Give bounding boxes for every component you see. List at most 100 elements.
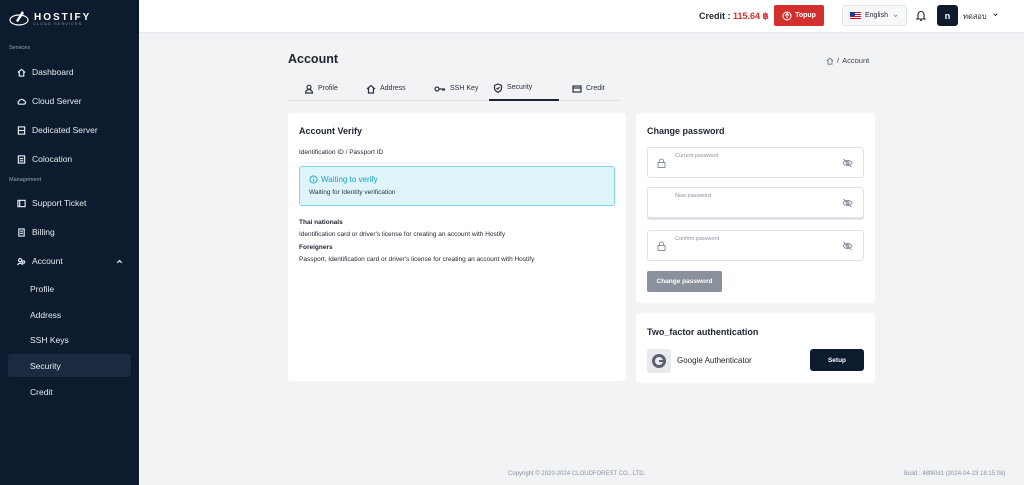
home-icon — [17, 68, 26, 77]
credit-balance: Credit : 115.64 ฿ — [699, 11, 769, 22]
tab-ssh-key[interactable]: SSH Key — [430, 76, 482, 101]
us-flag-icon — [850, 12, 861, 19]
tab-address[interactable]: Address — [362, 76, 410, 101]
topup-button[interactable]: Topup — [774, 5, 824, 26]
eye-off-icon[interactable] — [842, 198, 853, 208]
setup-button[interactable]: Setup — [810, 349, 864, 371]
home-icon — [366, 84, 376, 94]
breadcrumb-separator: / — [837, 56, 840, 65]
server-icon — [17, 125, 26, 135]
user-menu[interactable]: ทดสอบ — [963, 11, 999, 23]
foreigners-title: Foreigners — [299, 244, 333, 251]
new-password-field[interactable]: New password — [647, 187, 864, 218]
section-label-management: Management — [9, 177, 42, 183]
credit-label: Credit : — [699, 11, 734, 21]
sidebar-item-label: Dedicated Server — [32, 125, 98, 135]
footer-build-info: Build : 48f80d1 (2024-04-23 18:15:08) — [904, 471, 1006, 477]
lock-icon — [657, 158, 666, 168]
sidebar-subitem-ssh-keys[interactable]: SSH Keys — [8, 328, 131, 351]
card-title: Two_factor authentication — [647, 327, 759, 337]
two-factor-card: Two_factor authentication Google Authent… — [636, 313, 875, 383]
sidebar-item-label: Cloud Server — [32, 96, 82, 106]
key-icon — [434, 85, 446, 92]
eye-off-icon[interactable] — [842, 241, 853, 251]
sidebar: HOSTIFY CLOUD SERVICES Services Dashboar… — [0, 0, 139, 485]
breadcrumb: / Account — [826, 56, 869, 65]
user-icon — [304, 84, 314, 94]
sidebar-item-colocation[interactable]: Colocation — [8, 148, 131, 170]
card-icon — [572, 84, 582, 93]
chevron-down-icon — [993, 13, 998, 17]
tab-profile[interactable]: Profile — [300, 76, 342, 101]
language-value: English — [865, 12, 888, 19]
sidebar-item-account[interactable]: Account — [8, 250, 131, 272]
shield-icon — [493, 82, 503, 93]
footer-copyright: Copyright © 2020-2024 CLOUDFOREST CO., L… — [508, 471, 646, 477]
sidebar-item-label: Billing — [32, 227, 55, 237]
account-icon — [17, 257, 26, 265]
tab-label: Profile — [318, 85, 338, 92]
sidebar-item-dedicated-server[interactable]: Dedicated Server — [8, 119, 131, 141]
info-icon — [309, 175, 318, 184]
sidebar-item-support-ticket[interactable]: Support Ticket — [8, 192, 131, 214]
topup-icon — [782, 11, 792, 20]
rack-icon — [17, 154, 26, 164]
billing-icon — [18, 227, 25, 237]
sidebar-item-cloud-server[interactable]: Cloud Server — [8, 90, 131, 112]
bell-icon[interactable] — [915, 9, 927, 22]
card-title: Account Verify — [299, 126, 363, 136]
lock-icon — [657, 241, 666, 251]
eye-off-icon[interactable] — [842, 158, 853, 168]
change-password-card: Change password Current password New pas… — [636, 113, 875, 303]
username: ทดสอบ — [963, 12, 987, 21]
tab-label: Security — [507, 84, 533, 91]
topup-label: Topup — [795, 12, 816, 19]
new-password-placeholder: New password — [675, 193, 712, 199]
alert-title-text: Waiting to verify — [321, 175, 378, 184]
authenticator-app-label: Google Authenticator — [677, 356, 752, 365]
change-password-button[interactable]: Change password — [647, 271, 722, 292]
alert-title: Waiting to verify — [309, 175, 378, 184]
confirm-password-placeholder: Confirm password — [675, 236, 720, 242]
sidebar-item-dashboard[interactable]: Dashboard — [8, 61, 131, 83]
confirm-password-field[interactable]: Confirm password — [647, 230, 864, 261]
page-title: Account — [288, 52, 338, 66]
logo-rocket-icon — [9, 11, 29, 26]
account-tabs: Profile Address SSH Key Security Credit — [288, 76, 620, 101]
current-password-placeholder: Current password — [675, 153, 719, 159]
id-label: Identification ID / Passport ID — [299, 149, 384, 156]
top-header: Credit : 115.64 ฿ Topup English n ทดสอบ — [139, 0, 1024, 33]
sidebar-item-billing[interactable]: Billing — [8, 221, 131, 243]
credit-amount: 115.64 ฿ — [733, 11, 769, 21]
tab-label: Address — [380, 85, 406, 92]
chevron-up-icon — [116, 259, 123, 263]
thai-nationals-text: Identification card or driver's license … — [299, 231, 506, 238]
sidebar-subitem-profile[interactable]: Profile — [8, 277, 131, 300]
sidebar-subitem-credit[interactable]: Credit — [8, 380, 131, 403]
card-title: Change password — [647, 126, 725, 136]
language-select[interactable]: English — [842, 5, 907, 26]
tab-security[interactable]: Security — [489, 76, 559, 101]
google-authenticator-icon — [647, 349, 671, 373]
avatar[interactable]: n — [937, 5, 958, 26]
ticket-icon — [17, 199, 26, 207]
sidebar-item-label: Support Ticket — [32, 198, 87, 208]
tab-credit[interactable]: Credit — [568, 76, 609, 101]
sidebar-item-label: Account — [32, 256, 63, 266]
cloud-icon — [17, 98, 26, 105]
foreigners-text: Passport, Identification card or driver'… — [299, 256, 535, 263]
alert-text: Waiting for Identity verification — [309, 189, 396, 196]
breadcrumb-current: Account — [842, 56, 870, 65]
sidebar-subitem-address[interactable]: Address — [8, 303, 131, 326]
sidebar-item-label: Dashboard — [32, 67, 74, 77]
current-password-field[interactable]: Current password — [647, 147, 864, 178]
chevron-down-icon — [893, 14, 898, 18]
home-icon[interactable] — [826, 57, 834, 65]
sidebar-subitem-security[interactable]: Security — [8, 354, 131, 377]
tab-label: SSH Key — [450, 85, 479, 92]
brand-tagline: CLOUD SERVICES — [33, 21, 83, 26]
thai-nationals-title: Thai nationals — [299, 219, 343, 226]
section-label-services: Services — [9, 45, 31, 51]
tab-label: Credit — [586, 85, 605, 92]
account-verify-card: Account Verify Identification ID / Passp… — [288, 113, 626, 381]
